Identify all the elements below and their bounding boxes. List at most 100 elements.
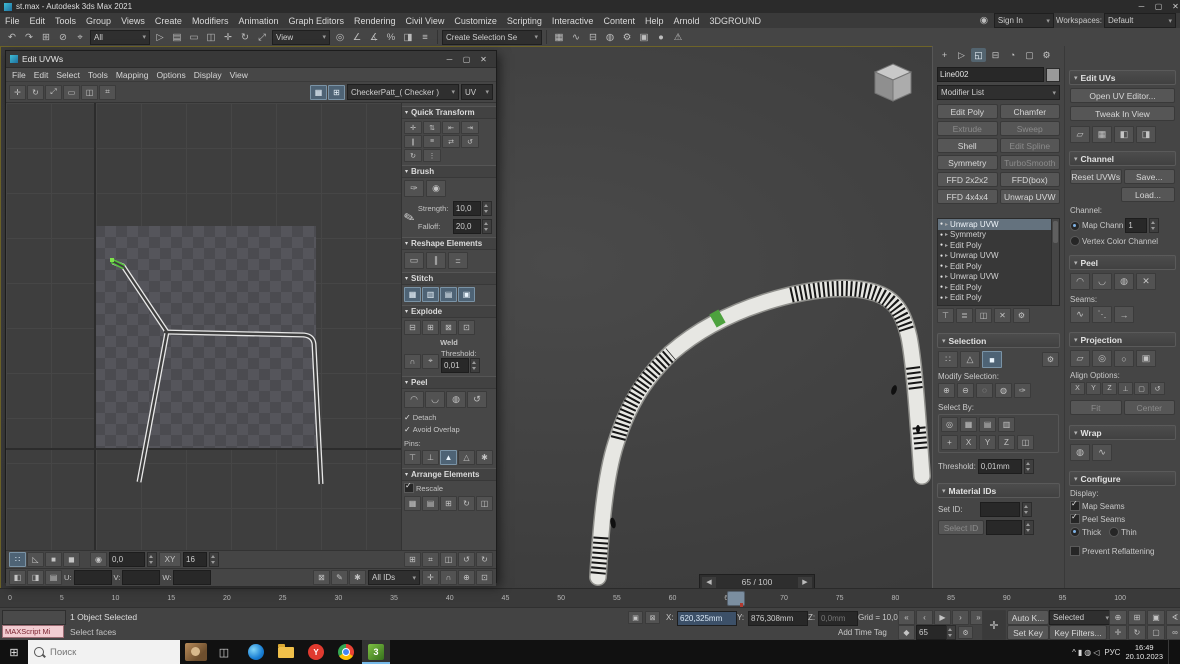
modifier-set-button[interactable]: FFD 4x4x4 — [937, 189, 998, 204]
use-center-icon[interactable]: ◎ — [332, 30, 348, 45]
ring-selection-icon[interactable]: ◌ — [976, 383, 993, 398]
wrap-cylinder-icon[interactable]: ◍ — [1070, 444, 1090, 461]
w-field[interactable] — [173, 570, 211, 585]
select-by-name-icon[interactable]: ▤ — [169, 30, 185, 45]
unpin-selected-icon[interactable]: △ — [458, 450, 475, 465]
polygon-select-icon[interactable]: ■ — [982, 351, 1002, 368]
make-unique-icon[interactable]: ◫ — [975, 308, 992, 323]
set-key-big-button[interactable]: ✛ — [982, 610, 1006, 640]
lock-selection-icon[interactable]: ⊠ — [313, 570, 330, 585]
weld-selected-icon[interactable]: ∩ — [404, 354, 421, 369]
close-icon[interactable]: ✕ — [1167, 1, 1180, 13]
expand-arrow-icon[interactable]: ▸ — [945, 242, 948, 249]
align-y-icon[interactable]: Y — [1086, 382, 1101, 395]
modifier-set-button[interactable]: Unwrap UVW — [1000, 189, 1061, 204]
modifier-set-button[interactable]: Shell — [937, 138, 998, 153]
key-filters-button[interactable]: Key Filters... — [1049, 625, 1107, 640]
absolute-coords-icon[interactable]: ◉ — [90, 552, 107, 567]
brush-header[interactable]: Brush — [402, 165, 496, 178]
pin-stack-icon[interactable]: ⊤ — [937, 308, 954, 323]
texture-checker-dropdown[interactable]: CheckerPatt_( Checker ) — [347, 84, 459, 100]
workspace-dropdown[interactable]: Default — [1104, 13, 1176, 28]
uv-menu-item[interactable]: Select — [52, 70, 84, 80]
menu-item[interactable]: Arnold — [669, 13, 705, 28]
dialog-close-icon[interactable]: ✕ — [475, 53, 492, 65]
angle-snap-icon[interactable]: ∡ — [366, 30, 382, 45]
pan-uv-icon[interactable]: ✛ — [422, 570, 439, 585]
dialog-maximize-icon[interactable]: ▢ — [458, 53, 475, 65]
menu-item[interactable]: Graph Editors — [283, 13, 349, 28]
spherical-map-icon[interactable]: ○ — [1114, 350, 1134, 367]
mirror-pack-icon[interactable]: ◫ — [476, 496, 493, 511]
menu-item[interactable]: Views — [116, 13, 150, 28]
edge-browser-button[interactable] — [242, 640, 270, 664]
modifier-set-button[interactable]: Edit Poly — [937, 104, 998, 119]
selected-filter-dropdown[interactable]: Selected — [1049, 610, 1113, 625]
edit-uvs-rollout-header[interactable]: Edit UVs — [1069, 70, 1176, 85]
viewcube[interactable] — [869, 59, 917, 107]
uv-element-mode-icon[interactable]: ◼ — [63, 552, 80, 567]
selection-lock-icon[interactable]: ⊠ — [645, 611, 660, 624]
modifier-visibility-icon[interactable]: ● — [940, 284, 943, 290]
menu-item[interactable]: Rendering — [349, 13, 401, 28]
align-horizontal-icon[interactable]: ✛ — [404, 121, 422, 134]
file-explorer-button[interactable] — [272, 640, 300, 664]
modifier-set-button[interactable]: Chamfer — [1000, 104, 1061, 119]
peel-seams-checkbox[interactable] — [1070, 514, 1080, 524]
target-weld-icon[interactable]: ⌖ — [422, 354, 439, 369]
thin-radio[interactable] — [1109, 527, 1119, 537]
bind-to-spacewarp-icon[interactable]: ⌖ — [72, 30, 88, 45]
distribute-icon[interactable]: ⋮ — [423, 149, 441, 162]
material-editor-icon[interactable]: ◍ — [602, 30, 618, 45]
paint-selection-icon[interactable]: ✑ — [1014, 383, 1031, 398]
menu-item[interactable]: Modifiers — [187, 13, 234, 28]
modifier-stack-item[interactable]: ● ▸ Edit Poly — [938, 282, 1059, 293]
align-left-icon[interactable]: ⇤ — [442, 121, 460, 134]
modifier-stack-item[interactable]: ● ▸ Unwrap UVW — [938, 272, 1059, 283]
menu-item[interactable]: File — [0, 13, 25, 28]
strength-spinner[interactable] — [482, 201, 492, 216]
relax-brush-icon[interactable]: ◉ — [426, 180, 446, 197]
projection-rollout-header[interactable]: Projection — [1069, 332, 1176, 347]
linear-align-icon[interactable]: ≡ — [423, 135, 441, 148]
stitch-average-icon[interactable]: ▤ — [440, 287, 457, 302]
select-by-z-icon[interactable]: Z — [998, 435, 1015, 450]
align-right-icon[interactable]: ⇥ — [461, 121, 479, 134]
peel-reset-icon[interactable]: ↺ — [467, 391, 487, 408]
modifier-set-button[interactable]: Sweep — [1000, 121, 1061, 136]
select-id-field[interactable] — [986, 520, 1022, 535]
maxscript-mini-listener[interactable]: MAXScript Mi — [2, 625, 64, 638]
next-frame-icon[interactable]: › — [952, 610, 969, 625]
play-icon[interactable]: ▶ — [934, 610, 951, 625]
modifier-set-button[interactable]: Edit Spline — [1000, 138, 1061, 153]
modifier-visibility-icon[interactable]: ● — [940, 253, 943, 259]
sign-in-button[interactable]: Sign In — [994, 13, 1054, 28]
modifier-set-button[interactable]: TurboSmooth — [1000, 155, 1061, 170]
uv-canvas[interactable] — [6, 103, 401, 550]
select-object-icon[interactable]: ▷ — [152, 30, 168, 45]
timeline-track[interactable]: 0510152025303540455055606570758085909510… — [8, 590, 1126, 606]
uv-preview-icon[interactable]: ▱ — [1070, 126, 1090, 143]
modifier-set-button[interactable]: Extrude — [937, 121, 998, 136]
undo-icon[interactable]: ↶ — [4, 30, 20, 45]
freeform-gizmo-icon[interactable]: ▭ — [63, 85, 80, 100]
pin-tab-icon[interactable]: + — [937, 48, 952, 62]
pelt-map-icon[interactable]: ◍ — [1114, 273, 1134, 290]
selection-settings-gear-icon[interactable]: ⚙ — [1042, 352, 1059, 367]
menu-item[interactable]: Help — [640, 13, 669, 28]
menu-item[interactable]: Interactive — [547, 13, 599, 28]
modifier-visibility-icon[interactable]: ● — [940, 263, 943, 269]
stitch-custom-icon[interactable]: ▦ — [404, 287, 421, 302]
expand-arrow-icon[interactable]: ▸ — [945, 231, 948, 238]
selection-filter-dropdown[interactable]: All — [90, 30, 150, 45]
chrome-browser-button[interactable] — [332, 640, 360, 664]
modifier-visibility-icon[interactable]: ● — [940, 221, 943, 227]
search-input[interactable] — [48, 646, 162, 659]
expand-arrow-icon[interactable]: ▸ — [945, 263, 948, 270]
expand-arrow-icon[interactable]: ▸ — [945, 273, 948, 280]
uv-menu-item[interactable]: Display — [190, 70, 226, 80]
box-map-icon[interactable]: ▣ — [1136, 350, 1156, 367]
uv-vertex-mode-icon[interactable]: ∷ — [9, 552, 26, 567]
freeze-icon[interactable]: ✱ — [349, 570, 366, 585]
menu-item[interactable]: Scripting — [502, 13, 547, 28]
